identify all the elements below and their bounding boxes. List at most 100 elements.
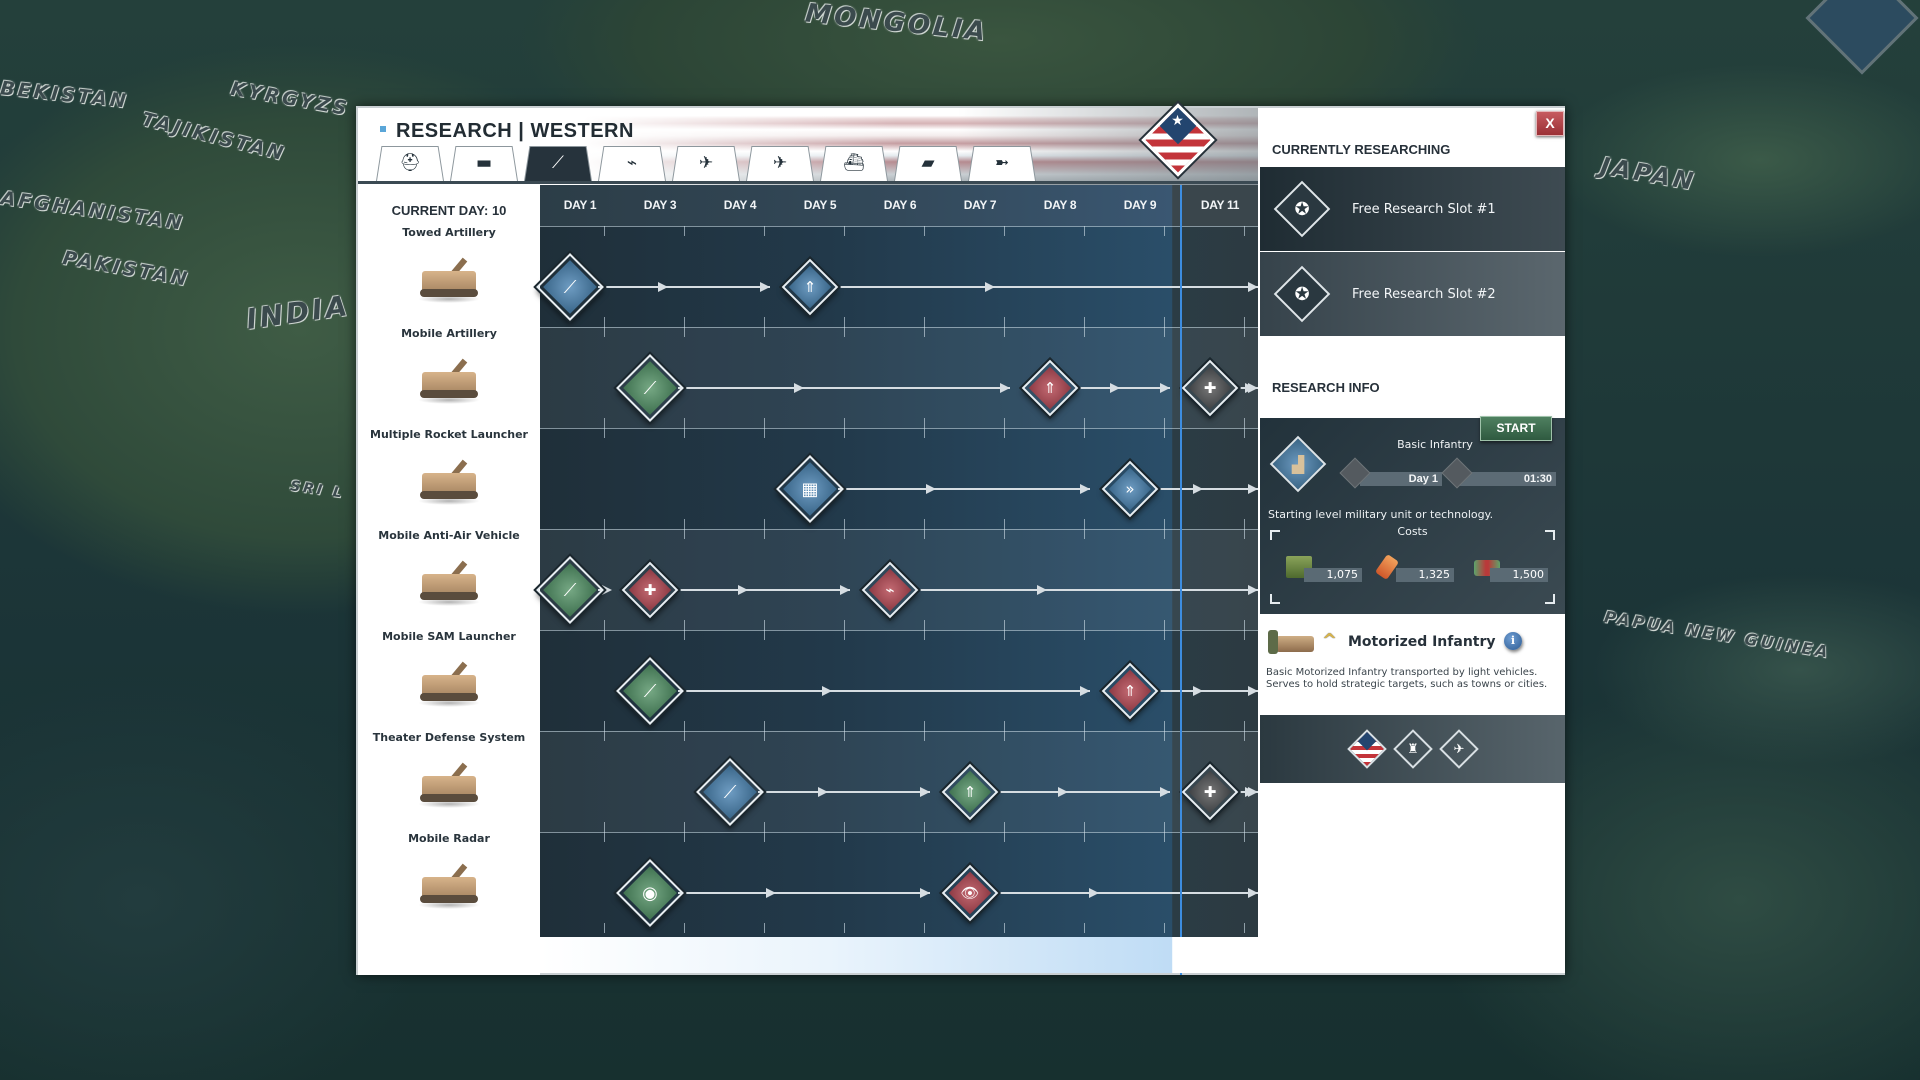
tab-infantry[interactable]: ⛑	[376, 146, 444, 181]
unit-row-label[interactable]: Theater Defense System	[358, 727, 540, 828]
research-node-unit[interactable]: ⟋	[536, 252, 604, 321]
research-node-upgrade[interactable]: »	[1101, 460, 1159, 517]
grid-tick	[1084, 630, 1085, 640]
unit-row-label[interactable]: Multiple Rocket Launcher	[358, 424, 540, 525]
upgrade-icon: ⇑	[803, 277, 817, 296]
cost-value: 1,075	[1326, 568, 1359, 581]
research-node-unit[interactable]: ⟋	[616, 656, 684, 725]
grid-tick	[604, 317, 605, 327]
artillery-icon: ⟋	[552, 153, 564, 173]
tab-submarines[interactable]: ▰	[894, 146, 962, 181]
grid-tick	[604, 832, 605, 842]
upgrade-icon: ✚	[1203, 378, 1217, 397]
unit-row-label[interactable]: Towed Artillery	[358, 222, 540, 323]
grid-tick	[924, 529, 925, 539]
arrow-head-icon	[840, 584, 850, 595]
tab-helicopters[interactable]: ⌁	[598, 146, 666, 181]
grid-tick	[684, 529, 685, 539]
research-node-upgrade[interactable]: ✚	[1181, 763, 1239, 820]
grid-tick	[1084, 822, 1085, 832]
research-node-upgrade[interactable]: ⇑	[941, 763, 999, 820]
research-node-unit[interactable]: ◉	[616, 858, 684, 927]
unit-row-label[interactable]: Mobile Anti-Air Vehicle	[358, 525, 540, 626]
research-node-upgrade[interactable]: ⌁	[861, 561, 919, 618]
grid-tick	[1084, 731, 1085, 741]
grid-tick	[924, 822, 925, 832]
arrow-head-icon	[920, 786, 930, 797]
research-node-upgrade[interactable]: ✚	[1181, 359, 1239, 416]
research-node-upgrade[interactable]: ⇑	[781, 258, 839, 315]
grid-tick	[1004, 620, 1005, 630]
unit-name: Mobile Artillery	[401, 327, 497, 340]
map-label-japan: JAPAN	[1598, 151, 1699, 197]
day-column-label: DAY 9	[1123, 198, 1157, 212]
unit-model-icon: ◉	[642, 882, 658, 903]
unit-row-label[interactable]: Mobile Radar	[358, 828, 540, 929]
grid-tick	[604, 630, 605, 640]
unit-label-column: CURRENT DAY: 10 Towed Artillery Mobile Ar…	[358, 185, 540, 975]
grid-tick	[1084, 327, 1085, 337]
tab-fighters[interactable]: ✈	[672, 146, 740, 181]
research-node-unit[interactable]: ⟋	[536, 555, 604, 624]
research-node-upgrade[interactable]: ⇑	[1021, 359, 1079, 416]
close-button[interactable]: X	[1536, 111, 1564, 136]
unit-row-label[interactable]: Mobile SAM Launcher	[358, 626, 540, 727]
grid-tick	[924, 327, 925, 337]
grid-tick	[684, 832, 685, 842]
grid-tick	[764, 832, 765, 842]
connector-line	[678, 891, 930, 894]
grid-tick	[1164, 620, 1165, 630]
tab-tanks[interactable]: ▬	[450, 146, 518, 181]
unit-model-icon: ⟋	[563, 579, 577, 600]
research-node-upgrade[interactable]: ⇑	[1101, 662, 1159, 719]
research-node-upgrade[interactable]: 👁	[941, 864, 999, 921]
fighter-jet-icon: ✈	[698, 153, 714, 173]
grid-tick	[1004, 630, 1005, 640]
arrow-head-icon	[1080, 685, 1090, 696]
map-label-sri-lanka: SRI L	[289, 478, 346, 502]
unit-row-label[interactable]: Mobile Artillery	[358, 323, 540, 424]
research-node-unit[interactable]: ⟋	[696, 757, 764, 826]
info-button[interactable]: i	[1504, 632, 1522, 650]
grid-tick	[764, 519, 765, 529]
grid-tick	[1164, 731, 1165, 741]
grid-tick	[684, 630, 685, 640]
leader-portrait[interactable]	[1805, 0, 1919, 75]
day-requirement-value: Day 1	[1408, 473, 1438, 485]
fortification-icon[interactable]: ♜	[1392, 729, 1433, 769]
map-label-india: INDIA	[244, 288, 352, 337]
research-node-upgrade[interactable]: ✚	[621, 561, 679, 618]
row-divider	[540, 327, 1258, 328]
grid-tick	[1084, 418, 1085, 428]
research-node-unit[interactable]: ▦	[776, 454, 844, 523]
unit-card-name: Motorized Infantry	[1348, 634, 1496, 650]
grid-tick	[1164, 418, 1165, 428]
motorized-infantry-thumbnail	[1266, 628, 1314, 656]
ship-icon: ⛴	[843, 153, 865, 173]
airplane-icon[interactable]: ✈	[1438, 729, 1479, 769]
grid-tick	[684, 620, 685, 630]
tab-aircraft[interactable]: ✈	[746, 146, 814, 181]
grid-tick	[684, 923, 685, 933]
arrow-head-icon	[1193, 685, 1203, 696]
grid-tick	[844, 317, 845, 327]
arrow-head-icon	[1160, 786, 1170, 797]
tab-artillery[interactable]: ⟋	[524, 146, 592, 181]
grid-tick	[684, 317, 685, 327]
tab-ships[interactable]: ⛴	[820, 146, 888, 181]
research-time: 01:30	[1460, 472, 1556, 486]
arrow-head-icon	[1058, 786, 1069, 797]
grid-tick	[764, 721, 765, 731]
tab-missiles[interactable]: ➼	[968, 146, 1036, 181]
timeline-row: ⟋ ⇑ ✚	[540, 731, 1258, 832]
grid-tick	[604, 519, 605, 529]
faction-flag-icon[interactable]	[1346, 729, 1387, 769]
grid-tick	[924, 418, 925, 428]
upgrade-icon: ✚	[643, 580, 657, 599]
research-node-unit[interactable]: ⟋	[616, 353, 684, 422]
research-info-box: START ▟ Basic Infantry Day 1 01:30 Start…	[1260, 416, 1565, 614]
unit-name: Towed Artillery	[402, 226, 496, 239]
research-slot-2[interactable]: ✪ Free Research Slot #2	[1260, 252, 1565, 336]
unit-model-icon: ⟋	[643, 680, 657, 701]
research-slot-1[interactable]: ✪ Free Research Slot #1	[1260, 167, 1565, 251]
